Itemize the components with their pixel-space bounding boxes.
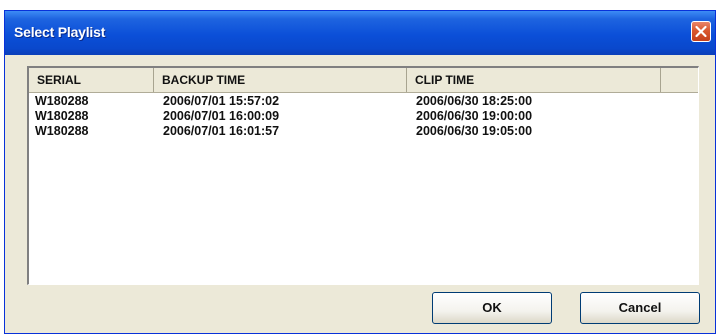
list-row[interactable]: W180288 2006/07/01 16:00:09 2006/06/30 1… <box>29 109 698 124</box>
cancel-button[interactable]: Cancel <box>580 292 700 324</box>
list-header: SERIAL BACKUP TIME CLIP TIME <box>29 68 698 93</box>
dialog-title: Select Playlist <box>14 24 106 40</box>
backup-time-cell: 2006/07/01 16:01:57 <box>163 124 280 138</box>
clip-time-cell: 2006/06/30 19:00:00 <box>416 109 533 123</box>
clip-time-cell: 2006/06/30 18:25:00 <box>416 94 533 108</box>
backup-time-cell: 2006/07/01 16:00:09 <box>163 109 280 123</box>
column-header-serial[interactable]: SERIAL <box>29 68 154 92</box>
close-button[interactable] <box>691 21 711 42</box>
clip-time-cell: 2006/06/30 19:05:00 <box>416 124 533 138</box>
serial-cell: W180288 <box>35 124 89 138</box>
list-rows: W180288 2006/07/01 15:57:02 2006/06/30 1… <box>29 94 698 139</box>
column-header-empty[interactable] <box>661 68 698 92</box>
column-header-clip-time[interactable]: CLIP TIME <box>407 68 661 92</box>
serial-cell: W180288 <box>35 94 89 108</box>
ok-button[interactable]: OK <box>432 292 552 324</box>
list-row[interactable]: W180288 2006/07/01 16:01:57 2006/06/30 1… <box>29 124 698 139</box>
title-bar[interactable]: Select Playlist <box>5 11 715 55</box>
close-icon <box>695 25 707 38</box>
column-header-backup-time[interactable]: BACKUP TIME <box>154 68 407 92</box>
backup-time-cell: 2006/07/01 15:57:02 <box>163 94 280 108</box>
serial-cell: W180288 <box>35 109 89 123</box>
playlist-list[interactable]: SERIAL BACKUP TIME CLIP TIME W180288 200… <box>27 66 699 285</box>
list-row[interactable]: W180288 2006/07/01 15:57:02 2006/06/30 1… <box>29 94 698 109</box>
select-playlist-dialog: Select Playlist SERIAL BACKUP TIME CLIP … <box>4 10 716 334</box>
